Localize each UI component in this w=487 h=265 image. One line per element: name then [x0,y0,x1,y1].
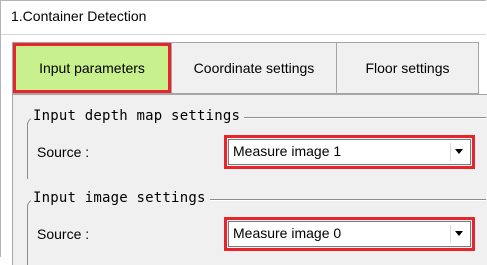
group-title: Input image settings [31,190,210,206]
image-source-select[interactable]: Measure image 0 [224,217,475,251]
tab-input-parameters[interactable]: Input parameters [12,42,172,94]
chevron-down-icon[interactable] [450,143,467,161]
tab-label: Input parameters [39,60,145,76]
window-title: 1.Container Detection [11,8,147,24]
title-bar: 1.Container Detection [1,1,486,35]
chevron-down-icon[interactable] [450,225,467,243]
tab-label: Floor settings [365,60,450,76]
container-detection-window: 1.Container Detection Input parameters C… [0,0,487,265]
select-value: Measure image 0 [233,225,342,241]
source-label: Source : [37,144,90,160]
depth-map-source-select[interactable]: Measure image 1 [224,135,475,169]
group-title: Input depth map settings [31,108,245,124]
tab-label: Coordinate settings [193,60,315,76]
group-frame-left [27,205,28,265]
source-label: Source : [37,226,90,242]
group-frame-left [27,123,28,179]
tab-floor-settings[interactable]: Floor settings [336,42,479,94]
select-value: Measure image 1 [233,143,342,159]
tab-coordinate-settings[interactable]: Coordinate settings [171,42,337,94]
